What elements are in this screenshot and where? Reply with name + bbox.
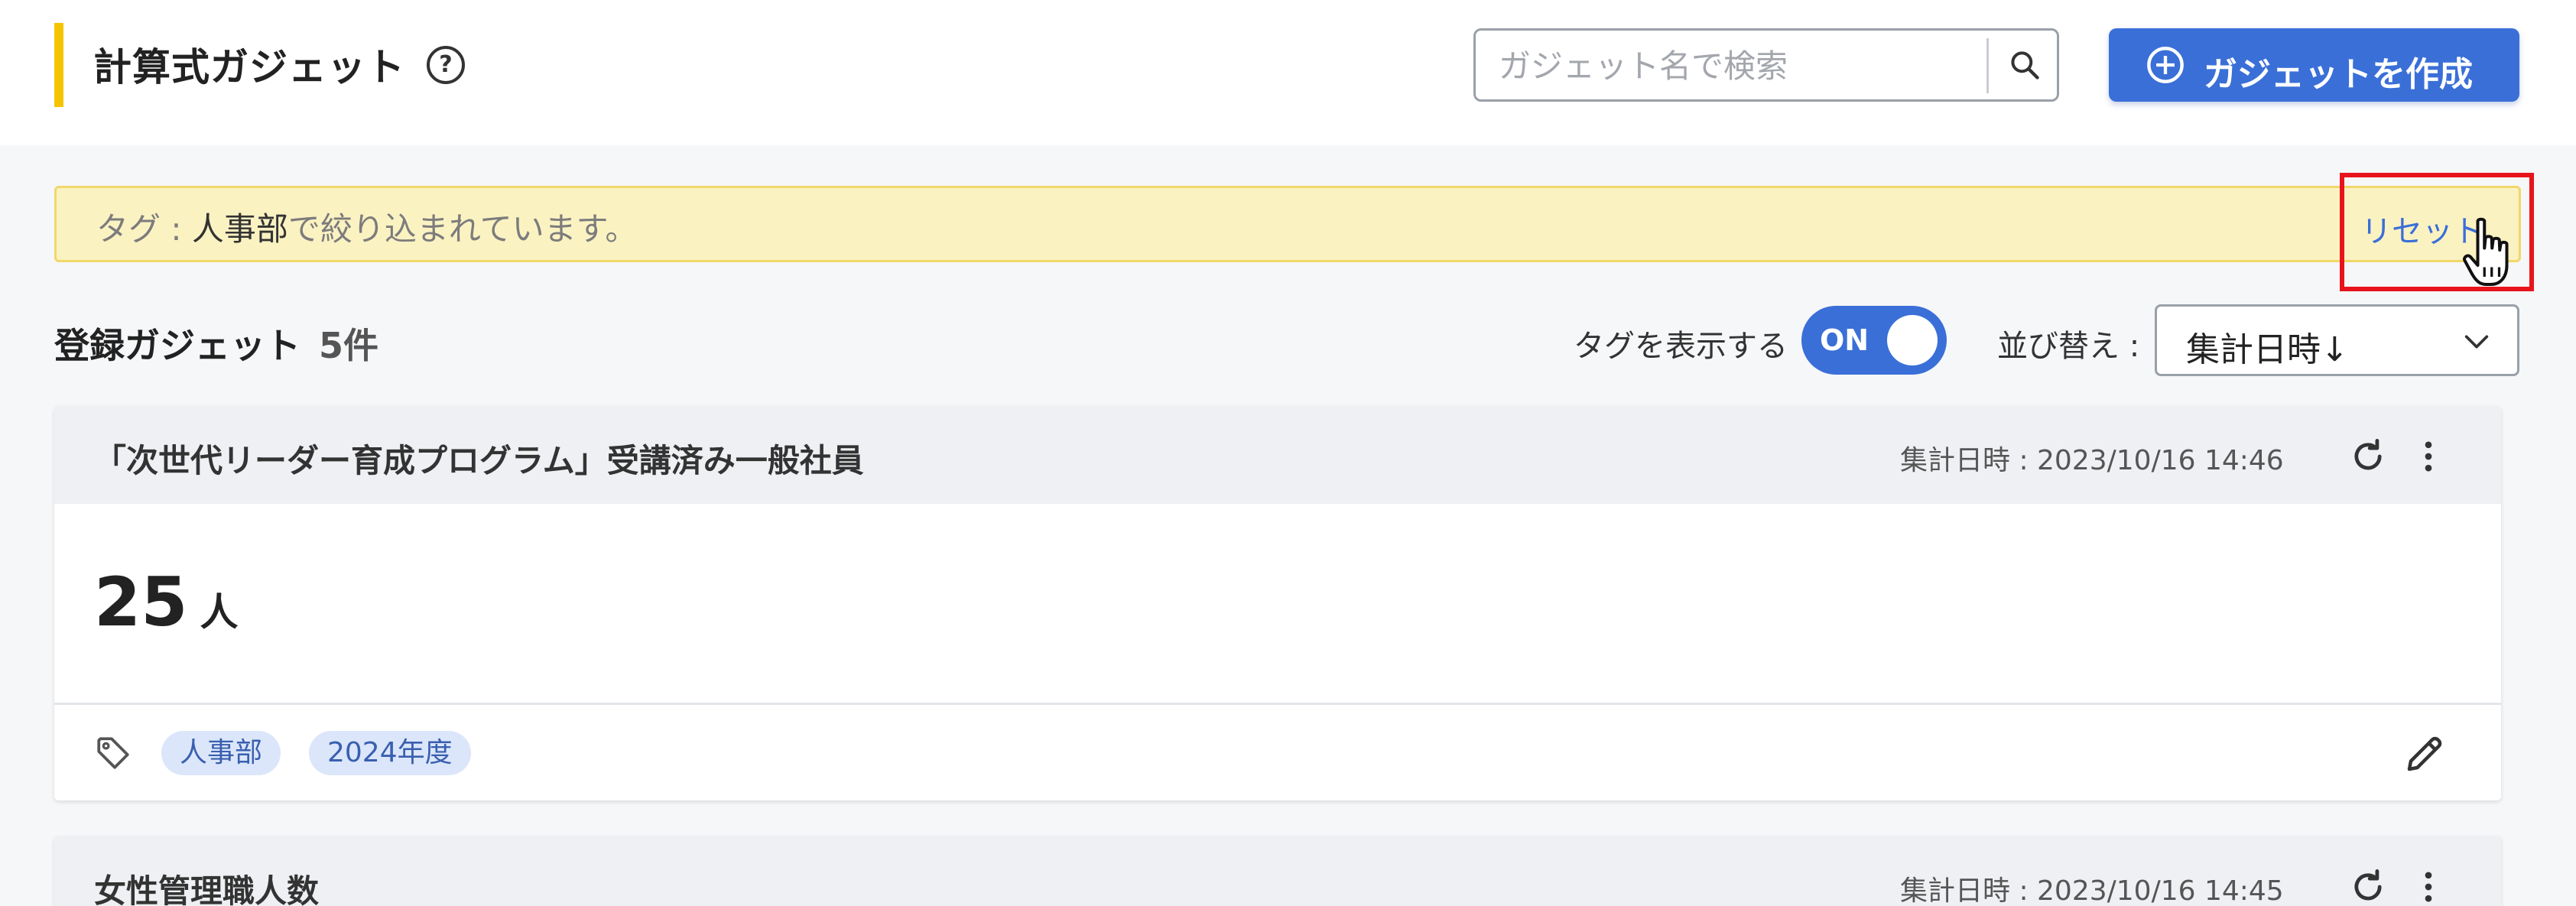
registered-gadgets-heading: 登録ガジェット 5件 [54,318,378,369]
title-accent-bar [54,23,63,107]
chevron-down-icon [2464,335,2489,349]
gadget-value-number: 25 [94,563,188,641]
sort-select[interactable]: 集計日時↓ [2155,304,2519,376]
gadget-value: 25 人 [94,563,238,641]
toggle-state-label: ON [1820,323,1869,357]
hand-pointer-icon [2463,217,2509,286]
gadget-card-footer: 人事部 2024年度 [54,703,2501,800]
filter-message: タグ : 人事部で絞り込まれています。 [96,203,637,250]
gadget-value-unit: 人 [200,590,239,635]
search-box [1473,28,2059,102]
refresh-icon[interactable] [2348,437,2388,476]
toggle-knob [1887,315,1938,365]
tag-chip[interactable]: 人事部 [161,731,281,775]
gadget-card-header: 「次世代リーダー育成プログラム」受講済み一般社員 集計日時 : 2023/10/… [54,406,2501,504]
registered-label: 登録ガジェット [54,325,300,366]
create-gadget-label: ガジェットを作成 [2204,55,2473,94]
gadget-card: 女性管理職人数 集計日時 : 2023/10/16 14:45 [54,836,2501,906]
gadget-card: 「次世代リーダー育成プログラム」受講済み一般社員 集計日時 : 2023/10/… [54,406,2501,800]
search-icon [2011,51,2039,80]
refresh-icon[interactable] [2348,867,2388,906]
sort-selected-value: 集計日時↓ [2186,330,2349,369]
page-title: 計算式ガジェット [93,45,405,89]
show-tags-toggle[interactable]: ON [1801,306,1947,375]
page-header: 計算式ガジェット ? ガジェットを作成 [0,0,2576,145]
sort-label: 並び替え : [1997,329,2140,364]
filter-prefix: タグ : [96,210,192,248]
filter-tag-name: 人事部 [191,210,288,248]
gadget-title: 女性管理職人数 [94,872,320,906]
more-vertical-icon[interactable] [2417,867,2440,906]
tag-icon [97,737,129,769]
more-vertical-icon[interactable] [2417,437,2440,476]
gadget-aggregated-at: 集計日時 : 2023/10/16 14:46 [1900,445,2284,476]
tag-chip[interactable]: 2024年度 [309,731,471,775]
pencil-icon[interactable] [2402,731,2448,777]
plus-circle-icon [2147,47,2184,83]
show-tags-label: タグを表示する [1574,329,1788,364]
create-gadget-button[interactable]: ガジェットを作成 [2109,28,2519,102]
gadget-title: 「次世代リーダー育成プログラム」受講済み一般社員 [94,442,864,479]
search-divider [1986,38,1989,93]
gadget-card-header: 女性管理職人数 集計日時 : 2023/10/16 14:45 [54,836,2501,906]
filter-suffix: で絞り込まれています。 [287,210,638,248]
tag-filter-banner: タグ : 人事部で絞り込まれています。 [54,186,2521,262]
gadget-aggregated-at: 集計日時 : 2023/10/16 14:45 [1900,875,2284,906]
registered-count: 5件 [319,325,379,366]
search-input[interactable] [1499,41,1927,90]
search-button[interactable] [1993,31,2057,99]
help-icon[interactable]: ? [427,46,465,84]
